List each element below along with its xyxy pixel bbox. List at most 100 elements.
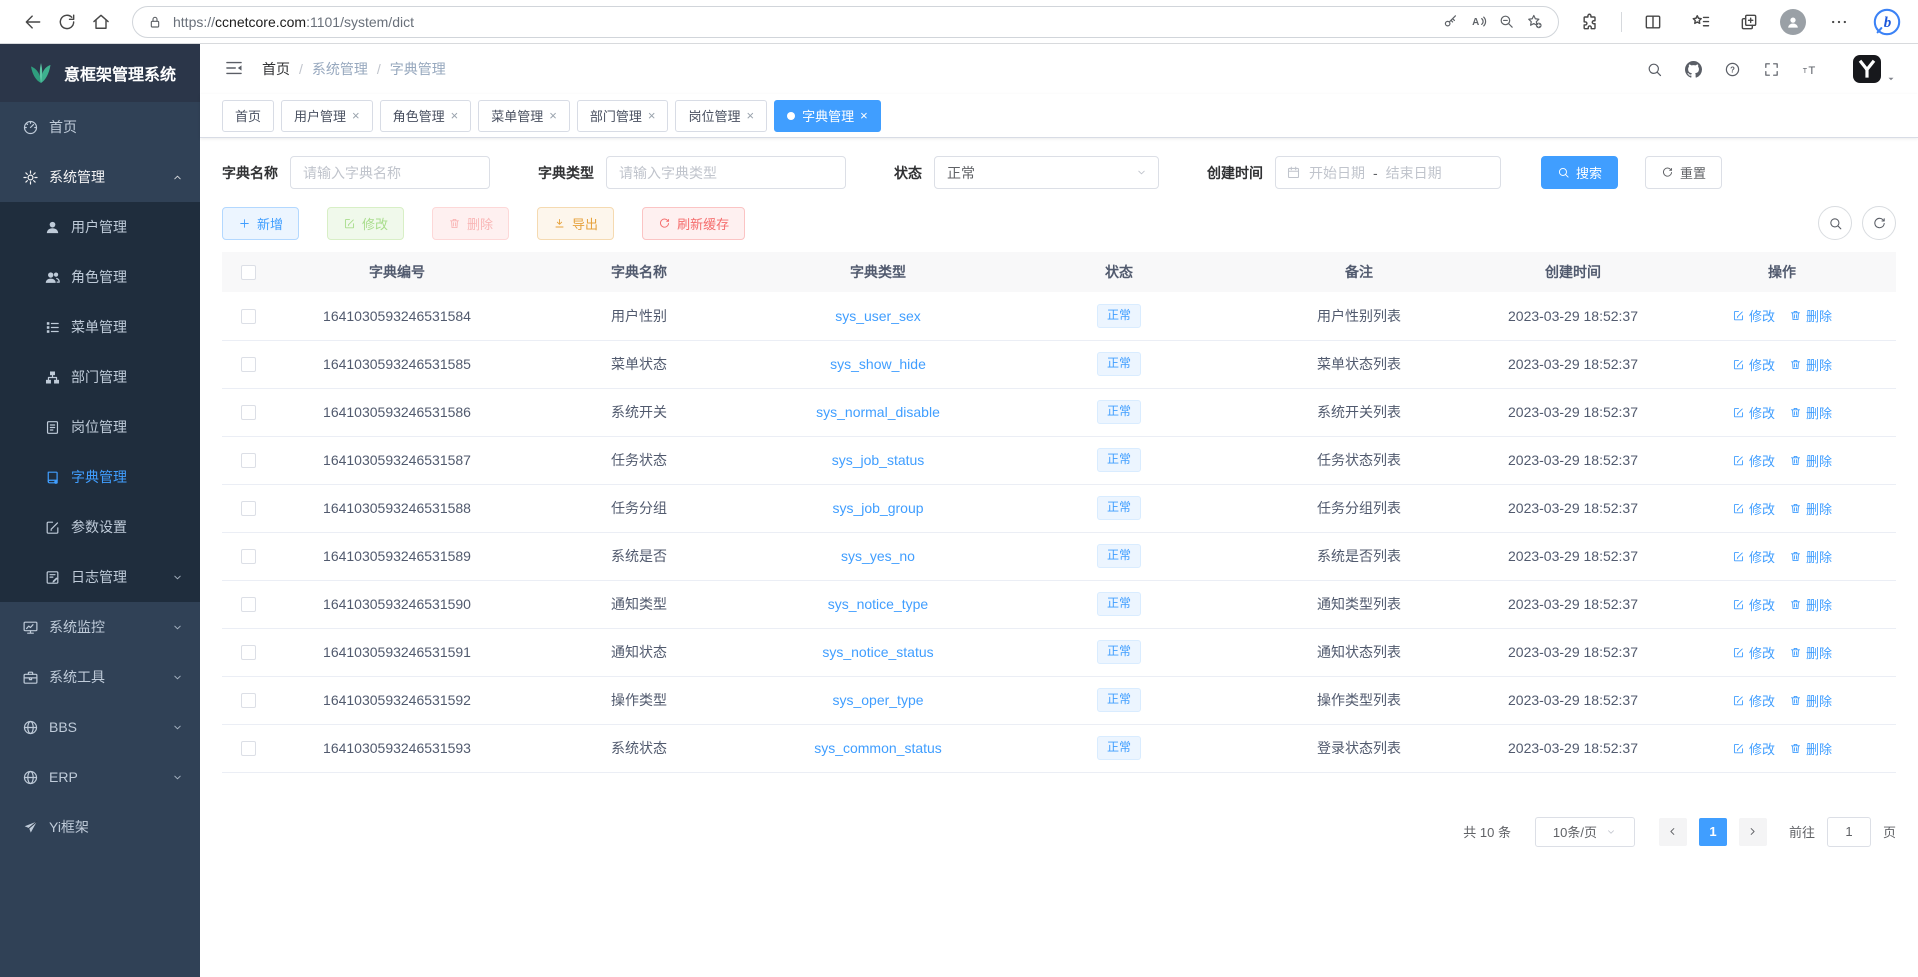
row-checkbox[interactable] xyxy=(241,693,256,708)
tab-close-icon[interactable]: × xyxy=(451,108,459,123)
row-edit-button[interactable]: 修改 xyxy=(1732,355,1775,374)
row-delete-button[interactable]: 删除 xyxy=(1789,739,1832,758)
dict-name-input[interactable] xyxy=(290,156,490,189)
row-checkbox[interactable] xyxy=(241,405,256,420)
dict-type-input[interactable] xyxy=(606,156,846,189)
row-edit-button[interactable]: 修改 xyxy=(1732,739,1775,758)
show-search-toggle-button[interactable] xyxy=(1818,206,1852,240)
sidebar-item-role-mgmt[interactable]: 角色管理 xyxy=(0,252,200,302)
sidebar-item-bbs[interactable]: BBS xyxy=(0,702,200,752)
tab-close-icon[interactable]: × xyxy=(746,108,754,123)
browser-menu-button[interactable] xyxy=(1822,5,1856,39)
row-edit-button[interactable]: 修改 xyxy=(1732,499,1775,518)
collections-button[interactable] xyxy=(1732,5,1766,39)
goto-page-input[interactable] xyxy=(1827,817,1871,847)
row-edit-button[interactable]: 修改 xyxy=(1732,403,1775,422)
zoom-out-button[interactable] xyxy=(1492,8,1520,36)
reload-button[interactable] xyxy=(50,5,84,39)
tab-close-icon[interactable]: × xyxy=(648,108,656,123)
dict-type-link[interactable]: sys_normal_disable xyxy=(816,404,940,420)
read-aloud-button[interactable] xyxy=(1464,8,1492,36)
row-edit-button[interactable]: 修改 xyxy=(1732,595,1775,614)
dict-type-link[interactable]: sys_job_status xyxy=(832,452,925,468)
split-screen-button[interactable] xyxy=(1636,5,1670,39)
sidebar-item-user-mgmt[interactable]: 用户管理 xyxy=(0,202,200,252)
password-button[interactable] xyxy=(1436,8,1464,36)
tab-close-icon[interactable]: × xyxy=(860,108,868,123)
select-all-checkbox[interactable] xyxy=(241,265,256,280)
status-select[interactable]: 正常 xyxy=(934,156,1159,189)
prev-page-button[interactable] xyxy=(1659,818,1687,846)
dict-type-link[interactable]: sys_show_hide xyxy=(830,356,926,372)
row-delete-button[interactable]: 删除 xyxy=(1789,499,1832,518)
row-checkbox[interactable] xyxy=(241,549,256,564)
tab-menu-mgmt[interactable]: 菜单管理× xyxy=(478,100,570,132)
header-search-button[interactable] xyxy=(1643,58,1665,80)
sidebar-fold-button[interactable] xyxy=(222,57,246,81)
row-edit-button[interactable]: 修改 xyxy=(1732,547,1775,566)
export-button[interactable]: 导出 xyxy=(537,207,614,240)
github-button[interactable] xyxy=(1682,58,1704,80)
row-delete-button[interactable]: 删除 xyxy=(1789,643,1832,662)
row-checkbox[interactable] xyxy=(241,309,256,324)
tab-home[interactable]: 首页 xyxy=(222,100,274,132)
add-button[interactable]: 新增 xyxy=(222,207,299,240)
row-checkbox[interactable] xyxy=(241,741,256,756)
row-checkbox[interactable] xyxy=(241,501,256,516)
app-logo[interactable]: 意框架管理系统 xyxy=(0,44,200,102)
browser-profile-button[interactable] xyxy=(1780,8,1808,36)
sidebar-item-home[interactable]: 首页 xyxy=(0,102,200,152)
sidebar-item-system-mgmt[interactable]: 系统管理 xyxy=(0,152,200,202)
tab-close-icon[interactable]: × xyxy=(549,108,557,123)
dict-type-link[interactable]: sys_yes_no xyxy=(841,548,915,564)
sidebar-item-erp[interactable]: ERP xyxy=(0,752,200,802)
next-page-button[interactable] xyxy=(1739,818,1767,846)
sidebar-item-dict-mgmt[interactable]: 字典管理 xyxy=(0,452,200,502)
add-favorite-button[interactable] xyxy=(1520,8,1548,36)
sidebar-item-dept-mgmt[interactable]: 部门管理 xyxy=(0,352,200,402)
row-delete-button[interactable]: 删除 xyxy=(1789,355,1832,374)
breadcrumb-system-mgmt[interactable]: 系统管理 xyxy=(312,59,368,79)
sidebar-item-log-mgmt[interactable]: 日志管理 xyxy=(0,552,200,602)
sidebar-item-menu-mgmt[interactable]: 菜单管理 xyxy=(0,302,200,352)
end-date-placeholder[interactable]: 结束日期 xyxy=(1386,163,1442,183)
extensions-button[interactable] xyxy=(1573,5,1607,39)
row-checkbox[interactable] xyxy=(241,357,256,372)
tab-dept-mgmt[interactable]: 部门管理× xyxy=(577,100,669,132)
sidebar-item-post-mgmt[interactable]: 岗位管理 xyxy=(0,402,200,452)
row-checkbox[interactable] xyxy=(241,597,256,612)
refresh-table-button[interactable] xyxy=(1862,206,1896,240)
sidebar-item-system-monitor[interactable]: 系统监控 xyxy=(0,602,200,652)
back-button[interactable] xyxy=(16,5,50,39)
row-edit-button[interactable]: 修改 xyxy=(1732,451,1775,470)
favorites-button[interactable] xyxy=(1684,5,1718,39)
date-range-picker[interactable]: 开始日期 - 结束日期 xyxy=(1275,156,1501,189)
address-bar[interactable]: https://ccnetcore.com:1101/system/dict xyxy=(132,6,1559,38)
row-delete-button[interactable]: 删除 xyxy=(1789,595,1832,614)
delete-button[interactable]: 删除 xyxy=(432,207,509,240)
dict-type-link[interactable]: sys_job_group xyxy=(832,500,923,516)
row-edit-button[interactable]: 修改 xyxy=(1732,643,1775,662)
row-checkbox[interactable] xyxy=(241,453,256,468)
breadcrumb-home[interactable]: 首页 xyxy=(262,59,290,79)
font-size-button[interactable] xyxy=(1799,58,1821,80)
page-1-button[interactable]: 1 xyxy=(1699,818,1727,846)
user-dropdown[interactable] xyxy=(1852,54,1896,84)
dict-type-link[interactable]: sys_user_sex xyxy=(835,308,921,324)
row-delete-button[interactable]: 删除 xyxy=(1789,451,1832,470)
dict-type-link[interactable]: sys_notice_type xyxy=(828,596,928,612)
row-edit-button[interactable]: 修改 xyxy=(1732,691,1775,710)
dict-type-link[interactable]: sys_notice_status xyxy=(822,644,933,660)
row-delete-button[interactable]: 删除 xyxy=(1789,547,1832,566)
refresh-cache-button[interactable]: 刷新缓存 xyxy=(642,207,745,240)
home-button[interactable] xyxy=(84,5,118,39)
tab-dict-mgmt[interactable]: 字典管理× xyxy=(774,100,881,132)
dict-type-link[interactable]: sys_common_status xyxy=(814,740,942,756)
reset-button[interactable]: 重置 xyxy=(1645,156,1722,189)
sidebar-item-system-tools[interactable]: 系统工具 xyxy=(0,652,200,702)
tab-close-icon[interactable]: × xyxy=(352,108,360,123)
search-button[interactable]: 搜索 xyxy=(1541,156,1618,189)
row-delete-button[interactable]: 删除 xyxy=(1789,403,1832,422)
row-delete-button[interactable]: 删除 xyxy=(1789,691,1832,710)
sidebar-item-yi-framework[interactable]: Yi框架 xyxy=(0,802,200,852)
